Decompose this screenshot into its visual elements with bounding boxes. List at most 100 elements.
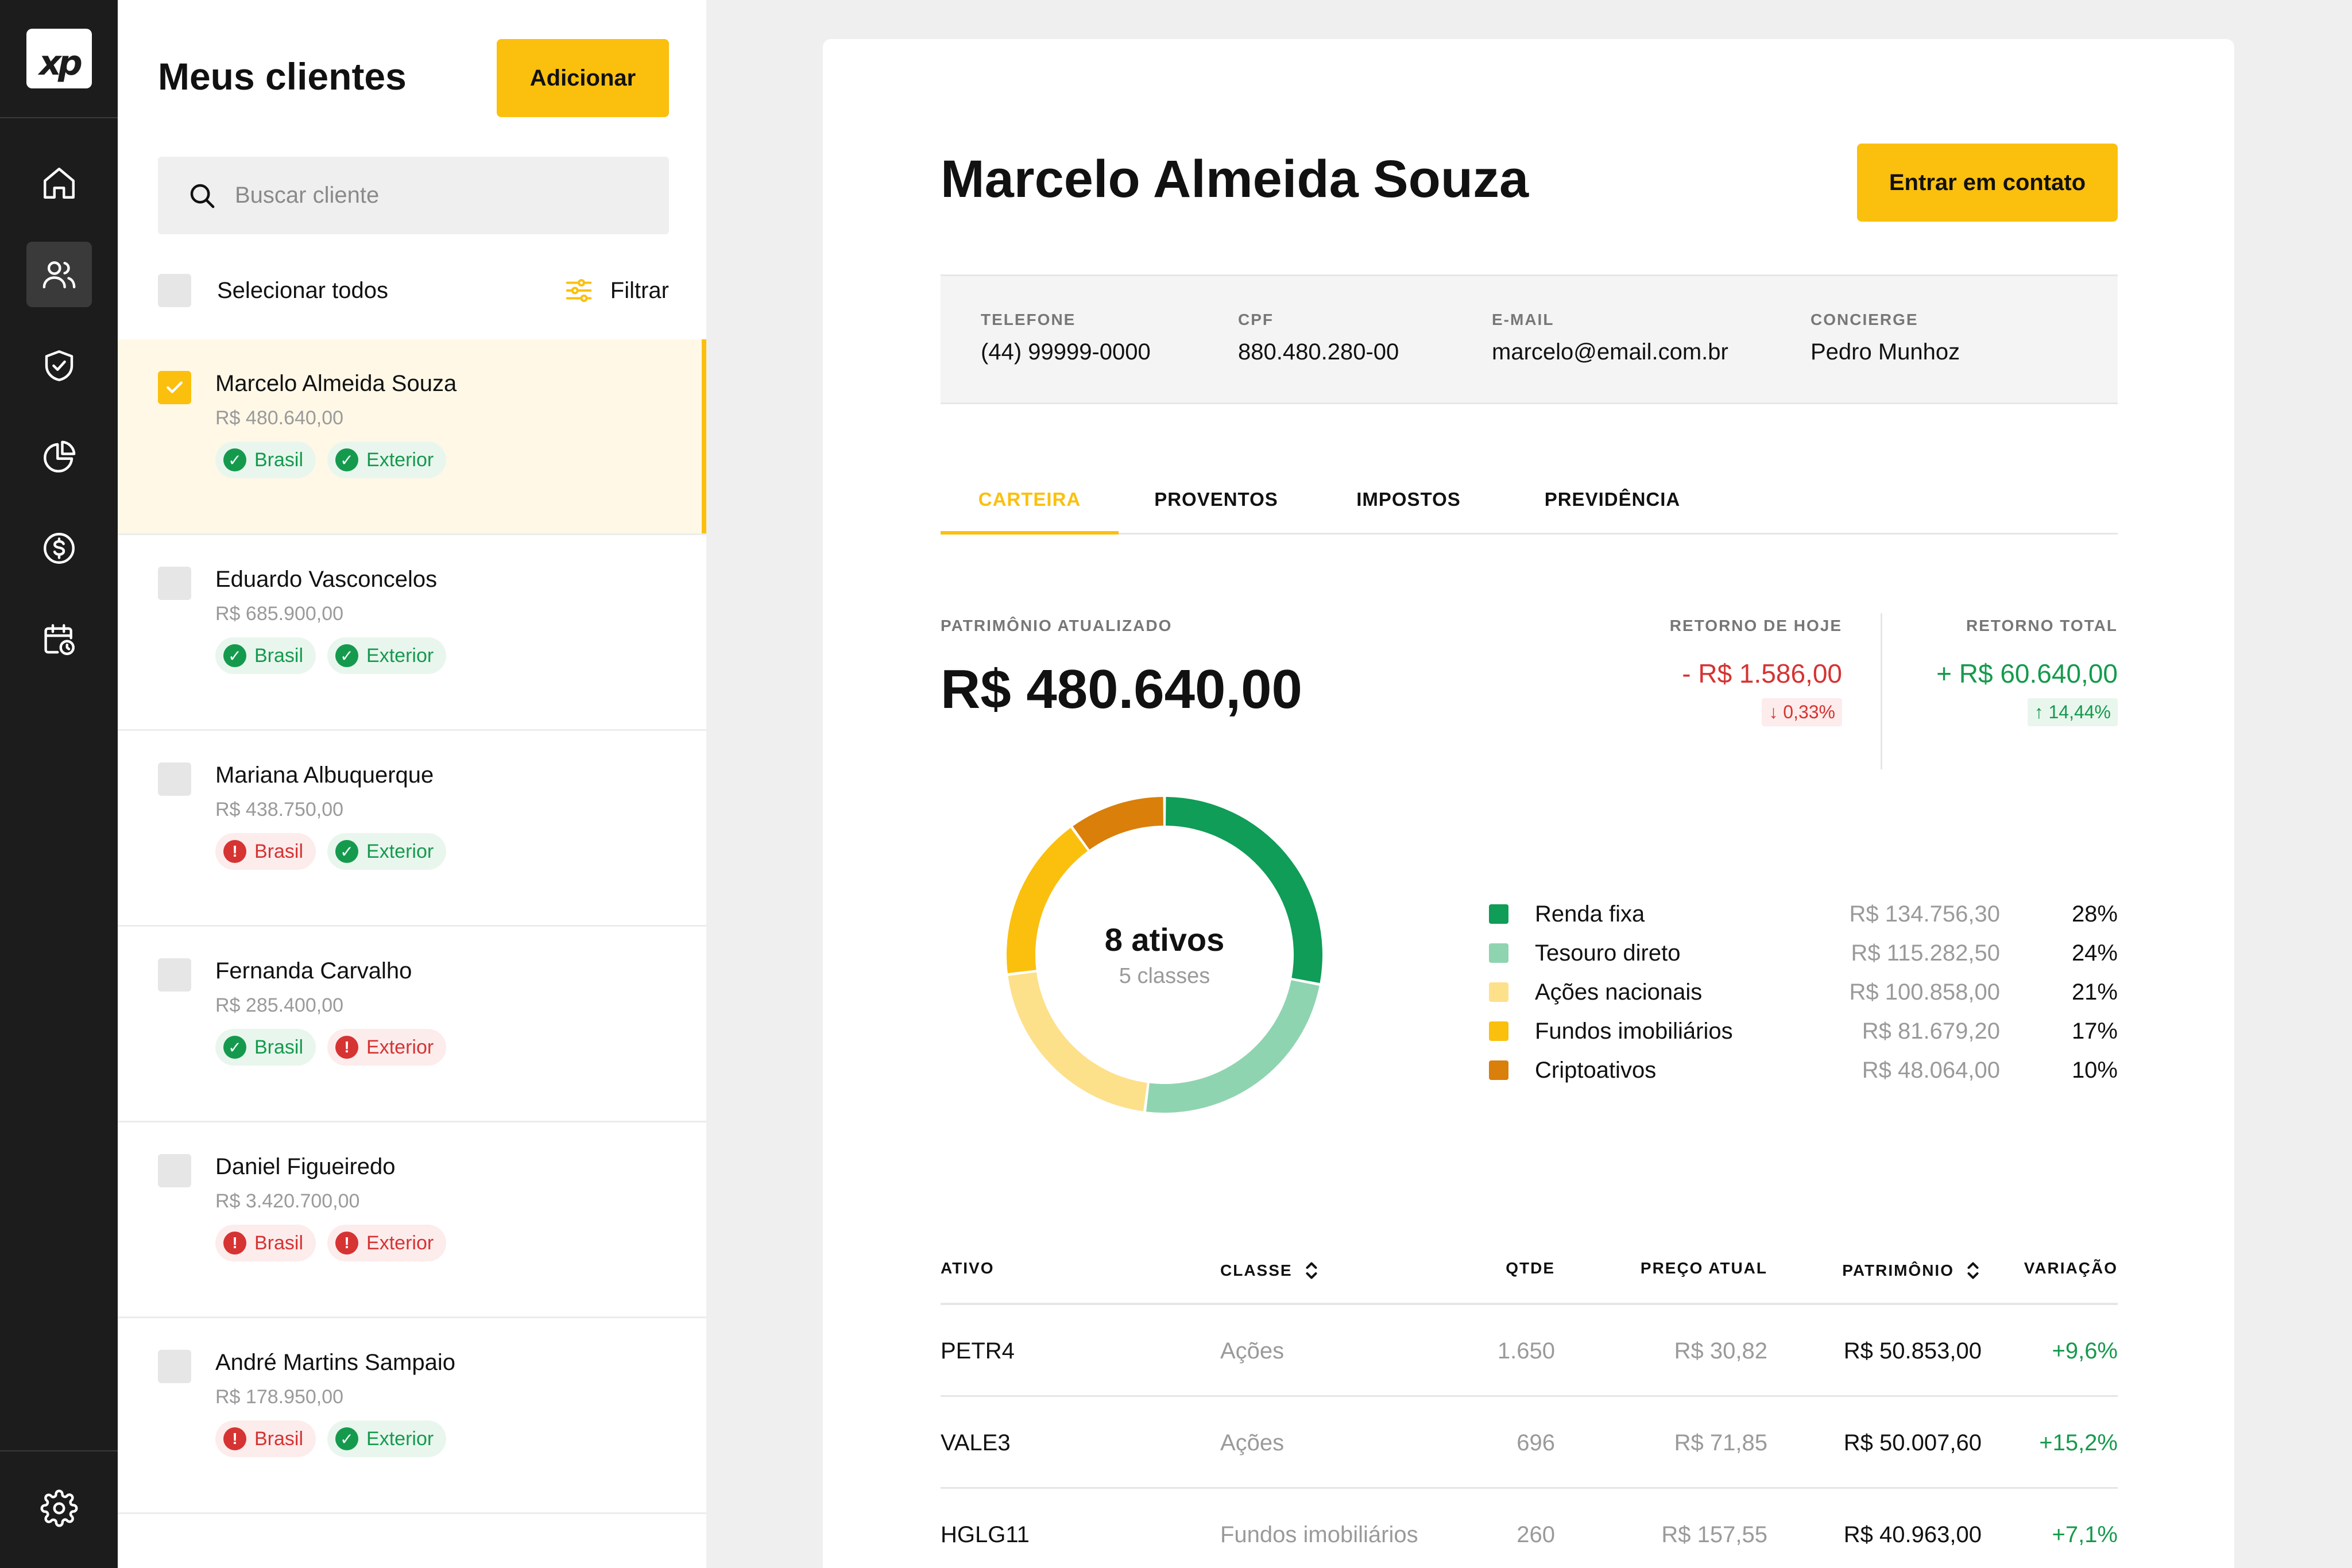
nav-rail: xp (0, 0, 118, 1568)
tab-carteira[interactable]: CARTEIRA (941, 483, 1119, 535)
client-tags: ✓ Brasil ✓ Exterior (215, 442, 447, 478)
check-circle-icon: ✓ (223, 1036, 246, 1059)
legend-value: R$ 48.064,00 (1862, 1057, 2000, 1083)
client-list-item[interactable]: Eduardo Vasconcelos R$ 685.900,00 ✓ Brasil ✓… (118, 535, 706, 731)
tab-proventos[interactable]: PROVENTOS (1119, 483, 1314, 535)
alert-circle-icon: ! (335, 1232, 359, 1255)
nav-home[interactable] (26, 150, 92, 216)
rail-divider (0, 1450, 118, 1451)
filter-button[interactable]: Filtrar (563, 275, 669, 306)
retorno-total-pct: ↑ 14,44% (2027, 698, 2118, 726)
client-list-item[interactable]: Mariana Albuquerque R$ 438.750,00! Brasil ✓… (118, 731, 706, 927)
xp-logo[interactable]: xp (26, 29, 92, 88)
legend-pct: 10% (2071, 1057, 2118, 1083)
client-checkbox[interactable] (158, 1154, 191, 1187)
col-classe[interactable]: CLASSE (1220, 1259, 1320, 1282)
cell-patrimonio: R$ 50.853,00 (1843, 1338, 1982, 1364)
donut-center-main: 8 ativos (1104, 922, 1225, 958)
client-checkbox[interactable] (158, 762, 191, 796)
check-circle-icon: ✓ (335, 1427, 359, 1450)
add-client-button[interactable]: Adicionar (497, 39, 669, 117)
status-badge: ! Brasil (215, 1420, 316, 1457)
gear-icon (40, 1489, 78, 1527)
legend-pct: 21% (2071, 979, 2118, 1005)
calendar-clock-icon (44, 624, 75, 655)
assets-table: ATIVO CLASSE QTDE PREÇO ATUAL PATRIMÔNIO… (941, 1242, 2118, 1568)
cell-preco: R$ 71,85 (1674, 1430, 1767, 1455)
info-label: CPF (1238, 311, 1274, 328)
legend-value: R$ 81.679,20 (1862, 1018, 2000, 1044)
sort-icon (1306, 1262, 1317, 1279)
client-tags: ! Brasil ✓ Exterior (215, 1420, 447, 1457)
tab-previdencia[interactable]: PREVIDÊNCIA (1503, 483, 1722, 535)
info-concierge: CONCIERGE Pedro Munhoz (1811, 311, 1960, 365)
legend-name: Fundos imobiliários (1535, 1018, 1733, 1044)
patrimonio-value: R$ 480.640,00 (941, 659, 1302, 720)
client-list-item[interactable]: André Martins Sampaio R$ 178.950,00! Brasi… (118, 1318, 706, 1514)
legend-value: R$ 100.858,00 (1849, 979, 2000, 1005)
shield-check-icon (45, 350, 74, 381)
client-tags: ✓ Brasil! Exterior (215, 1029, 447, 1066)
client-list-item[interactable]: Marcelo Almeida Souza R$ 480.640,00 ✓ Brasi… (118, 339, 706, 535)
badge-label: Brasil (254, 840, 304, 862)
legend-swatch (1489, 904, 1508, 924)
retorno-total: RETORNO TOTAL + R$ 60.640,00 ↑ 14,44% (1936, 617, 2118, 726)
badge-label: Exterior (366, 644, 434, 667)
sliders-icon (566, 278, 592, 303)
col-preco: PREÇO ATUAL (1640, 1259, 1767, 1277)
client-checkbox[interactable] (158, 1350, 191, 1383)
select-all-checkbox[interactable] (158, 274, 191, 307)
info-label: E-MAIL (1492, 311, 1554, 328)
donut-center-sub: 5 classes (1119, 964, 1210, 988)
badge-label: Brasil (254, 1232, 304, 1254)
col-patrimonio[interactable]: PATRIMÔNIO (1842, 1259, 1982, 1282)
client-checkbox[interactable] (158, 567, 191, 600)
client-name-heading: Marcelo Almeida Souza (941, 150, 1529, 208)
status-badge: ✓ Exterior (327, 442, 447, 478)
search-input[interactable]: Buscar cliente (158, 157, 669, 234)
info-label: TELEFONE (981, 311, 1076, 328)
client-name: André Martins Sampaio (215, 1350, 455, 1375)
badge-label: Exterior (366, 840, 434, 862)
nav-reports[interactable] (26, 424, 92, 490)
status-badge: ! Exterior (327, 1029, 447, 1066)
clients-title: Meus clientes (158, 55, 407, 98)
client-amount: R$ 480.640,00 (215, 407, 344, 429)
nav-calendar[interactable] (26, 607, 92, 672)
client-list-item[interactable]: Fernanda Carvalho R$ 285.400,00 ✓ Brasil! Ex… (118, 927, 706, 1122)
client-tags: ! Brasil! Exterior (215, 1225, 447, 1261)
client-checkbox[interactable] (158, 958, 191, 992)
check-circle-icon: ✓ (335, 448, 359, 471)
nav-finance[interactable] (26, 516, 92, 581)
filter-label: Filtrar (610, 277, 669, 303)
nav-settings[interactable] (26, 1476, 92, 1541)
legend-pct: 24% (2071, 940, 2118, 966)
client-detail-card: Marcelo Almeida Souza Entrar em contato … (823, 39, 2234, 1568)
cell-classe: Ações (1220, 1338, 1285, 1364)
legend-item: Criptoativos R$ 48.064,00 10% (1489, 1051, 2118, 1090)
retorno-hoje-value: - R$ 1.586,00 (1682, 659, 1842, 688)
tab-impostos[interactable]: IMPOSTOS (1314, 483, 1503, 535)
contact-button[interactable]: Entrar em contato (1857, 144, 2118, 222)
nav-security[interactable] (26, 333, 92, 398)
sort-icon (1967, 1262, 1979, 1279)
legend-pct: 28% (2071, 901, 2118, 927)
check-icon (167, 381, 183, 393)
table-row[interactable]: HGLG11 Fundos imobiliários 260 R$ 157,55 R$ … (941, 1489, 2118, 1568)
legend-swatch (1489, 982, 1508, 1002)
cell-classe: Ações (1220, 1430, 1285, 1455)
table-row[interactable]: VALE3 Ações 696 R$ 71,85 R$ 50.007,60 +15,2% (941, 1397, 2118, 1489)
table-row[interactable]: PETR4 Ações 1.650 R$ 30,82 R$ 50.853,00 +9,6% (941, 1305, 2118, 1397)
client-amount: R$ 3.420.700,00 (215, 1190, 360, 1212)
info-value: (44) 99999-0000 (981, 339, 1151, 365)
nav-clients[interactable] (26, 242, 92, 307)
client-list-item[interactable]: Daniel Figueiredo R$ 3.420.700,00! Brasil!… (118, 1122, 706, 1318)
badge-label: Brasil (254, 1427, 304, 1450)
select-all-label: Selecionar todos (217, 277, 388, 303)
client-name: Marcelo Almeida Souza (215, 371, 457, 396)
allocation-donut: 8 ativos 5 classes (1004, 794, 1325, 1116)
status-badge: ✓ Brasil (215, 637, 316, 674)
cell-preco: R$ 157,55 (1661, 1522, 1767, 1547)
client-checkbox[interactable] (158, 371, 191, 404)
cell-variacao: +7,1% (2052, 1522, 2118, 1547)
